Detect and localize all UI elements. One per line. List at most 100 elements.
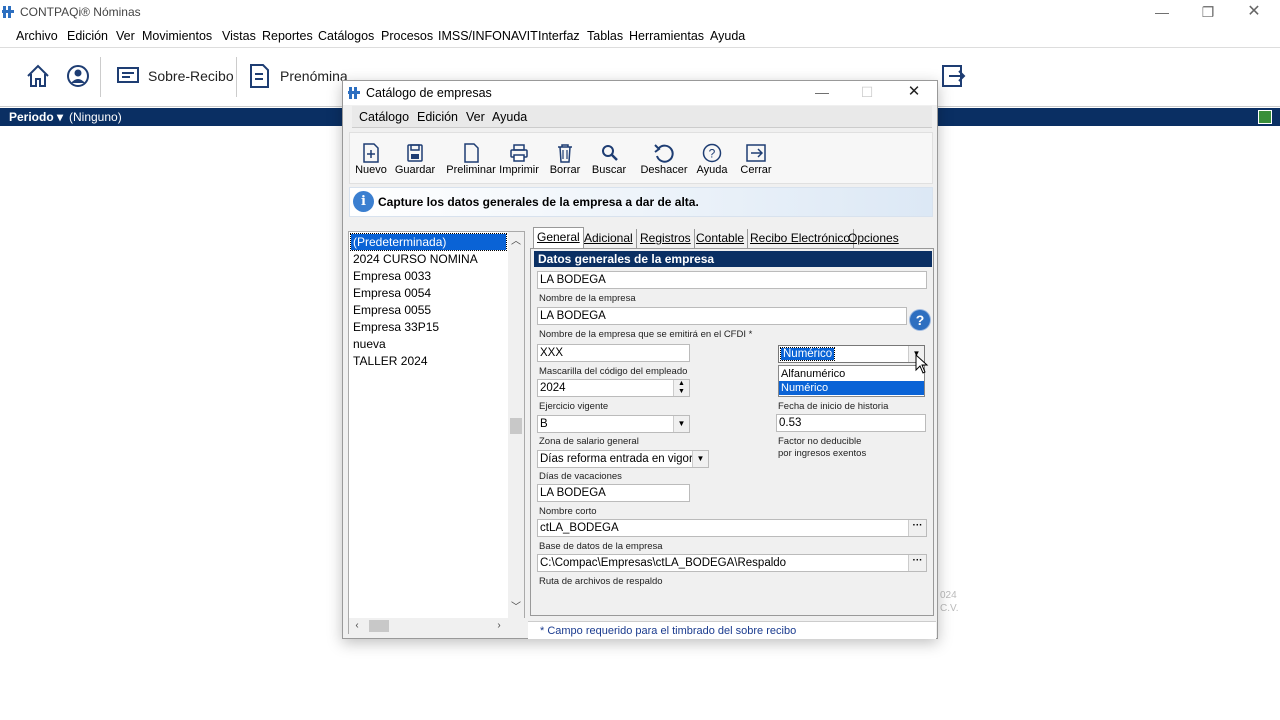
exit-icon[interactable] <box>940 63 966 89</box>
scroll-down-icon[interactable]: ﹀ <box>508 600 524 616</box>
prenomina-icon[interactable] <box>246 63 272 89</box>
base-datos-label: Base de datos de la empresa <box>539 541 663 552</box>
tipo-codigo-selected: Numérico <box>779 347 836 361</box>
preliminar-button[interactable]: Preliminar <box>446 137 496 183</box>
browse-ellipsis-icon[interactable]: ··· <box>908 520 926 536</box>
tipo-codigo-dropdown[interactable]: Alfanumérico Numérico <box>778 365 925 397</box>
spinner-icon[interactable]: ▲ ▼ <box>673 380 689 396</box>
nombre-corto-input[interactable]: LA BODEGA <box>537 484 690 502</box>
scroll-thumb[interactable] <box>510 418 522 434</box>
scroll-thumb[interactable] <box>369 620 389 632</box>
menu-tablas[interactable]: Tablas <box>587 29 623 43</box>
chevron-down-icon[interactable]: ▼ <box>692 451 708 467</box>
scroll-right-icon[interactable]: › <box>491 618 507 634</box>
menu-archivo[interactable]: Archivo <box>16 29 58 43</box>
menu-imss-infonavit[interactable]: IMSS/INFONAVIT <box>438 29 538 43</box>
menu-procesos[interactable]: Procesos <box>381 29 433 43</box>
guardar-label: Guardar <box>394 164 436 176</box>
dialog-titlebar: Catálogo de empresas — ☐ ✕ <box>343 81 937 105</box>
ayuda-button[interactable]: ? Ayuda <box>694 137 730 183</box>
deshacer-button[interactable]: Deshacer <box>638 137 690 183</box>
cerrar-button[interactable]: Cerrar <box>738 137 774 183</box>
minimize-icon[interactable]: — <box>1152 3 1172 21</box>
home-icon[interactable] <box>25 63 51 89</box>
toolbar-separator <box>236 57 237 97</box>
info-icon: i <box>353 191 374 212</box>
help-icon[interactable]: ? <box>910 310 930 330</box>
copyright-line: 024 <box>940 590 957 601</box>
browse-ellipsis-icon[interactable]: ··· <box>908 555 926 571</box>
tab-opciones[interactable]: Opciones <box>845 229 902 249</box>
tab-adicional[interactable]: Adicional <box>581 229 637 249</box>
zona-salario-select[interactable]: B ▼ <box>537 415 690 433</box>
undo-icon <box>654 144 674 163</box>
tipo-codigo-select[interactable]: Numérico ▼ <box>778 345 925 363</box>
base-datos-input[interactable]: ctLA_BODEGA ··· <box>537 519 927 537</box>
buscar-button[interactable]: Buscar <box>590 137 628 183</box>
menu-herramientas[interactable]: Herramientas <box>629 29 704 43</box>
menu-catalogos[interactable]: Catálogos <box>318 29 374 43</box>
dropdown-option-numerico[interactable]: Numérico <box>779 381 924 395</box>
zona-salario-label: Zona de salario general <box>539 436 639 447</box>
tab-contable[interactable]: Contable <box>693 229 749 249</box>
list-item[interactable]: Empresa 33P15 <box>351 319 506 335</box>
close-icon[interactable]: ✕ <box>1244 3 1264 21</box>
tab-registros[interactable]: Registros <box>637 229 695 249</box>
chevron-down-icon[interactable]: ▼ <box>673 416 689 432</box>
guardar-button[interactable]: Guardar <box>394 137 436 183</box>
user-circle-icon[interactable] <box>65 63 91 89</box>
menu-reportes[interactable]: Reportes <box>262 29 313 43</box>
restore-icon[interactable]: ❐ <box>1198 3 1218 21</box>
dialog-close-icon[interactable]: ✕ <box>904 83 924 101</box>
nuevo-button[interactable]: Nuevo <box>352 137 390 183</box>
list-item[interactable]: nueva <box>351 336 506 352</box>
period-status-icon[interactable] <box>1258 110 1272 124</box>
list-vertical-scrollbar[interactable]: ︿ ﹀ <box>508 232 524 618</box>
ruta-respaldo-input[interactable]: C:\Compac\Empresas\ctLA_BODEGA\Respaldo … <box>537 554 927 572</box>
dialog-menu-catalogo[interactable]: Catálogo <box>359 110 409 124</box>
list-horizontal-scrollbar[interactable]: ‹ › <box>349 618 525 634</box>
nombre-empresa-input[interactable]: LA BODEGA <box>537 271 927 289</box>
dialog-menu-ver[interactable]: Ver <box>466 110 485 124</box>
ejercicio-input[interactable]: 2024 ▲ ▼ <box>537 379 690 397</box>
imprimir-button[interactable]: Imprimir <box>498 137 540 183</box>
menu-ver[interactable]: Ver <box>116 29 135 43</box>
scroll-up-icon[interactable]: ︿ <box>508 234 524 250</box>
list-item[interactable]: 2024 CURSO NOMINA <box>351 251 506 267</box>
tab-recibo-electronico[interactable]: Recibo Electrónico <box>747 229 855 249</box>
menu-edicion[interactable]: Edición <box>67 29 108 43</box>
mascarilla-input[interactable]: XXX <box>537 344 690 362</box>
dias-vacaciones-select[interactable]: Días reforma entrada en vigor ▼ <box>537 450 709 468</box>
cerrar-label: Cerrar <box>740 164 772 176</box>
prenomina-button[interactable]: Prenómina <box>280 68 348 84</box>
nombre-empresa-label: Nombre de la empresa <box>539 293 636 304</box>
info-bar: i Capture los datos generales de la empr… <box>349 187 933 217</box>
factor-input[interactable]: 0.53 <box>776 414 926 432</box>
dialog-logo-icon <box>348 87 360 99</box>
list-item[interactable]: Empresa 0033 <box>351 268 506 284</box>
sobre-recibo-button[interactable]: Sobre-Recibo <box>148 68 234 84</box>
list-item[interactable]: Empresa 0054 <box>351 285 506 301</box>
nuevo-label: Nuevo <box>355 164 387 176</box>
borrar-button[interactable]: Borrar <box>546 137 584 183</box>
tab-general[interactable]: General <box>533 227 584 249</box>
dropdown-option-alfanumerico[interactable]: Alfanumérico <box>779 367 924 381</box>
nombre-cfdi-input[interactable]: LA BODEGA <box>537 307 907 325</box>
sobre-recibo-icon[interactable] <box>115 63 141 89</box>
company-list[interactable]: (Predeterminada) 2024 CURSO NOMINA Empre… <box>348 231 525 634</box>
menu-ayuda[interactable]: Ayuda <box>710 29 745 43</box>
dialog-toolbar: Nuevo Guardar Preliminar Imprimir Borrar… <box>349 132 933 184</box>
menu-vistas[interactable]: Vistas <box>222 29 256 43</box>
dialog-minimize-icon[interactable]: — <box>812 83 832 101</box>
menu-interfaz[interactable]: Interfaz <box>538 29 580 43</box>
menu-movimientos[interactable]: Movimientos <box>142 29 212 43</box>
list-item[interactable]: Empresa 0055 <box>351 302 506 318</box>
ruta-respaldo-label: Ruta de archivos de respaldo <box>539 576 663 587</box>
ejercicio-label: Ejercicio vigente <box>539 401 609 412</box>
list-item[interactable]: TALLER 2024 <box>351 353 506 369</box>
list-item[interactable]: (Predeterminada) <box>350 233 507 251</box>
scroll-left-icon[interactable]: ‹ <box>349 618 365 634</box>
period-dropdown[interactable]: Periodo ▾ <box>9 110 63 124</box>
dialog-menu-ayuda[interactable]: Ayuda <box>492 110 527 124</box>
dialog-menu-edicion[interactable]: Edición <box>417 110 458 124</box>
